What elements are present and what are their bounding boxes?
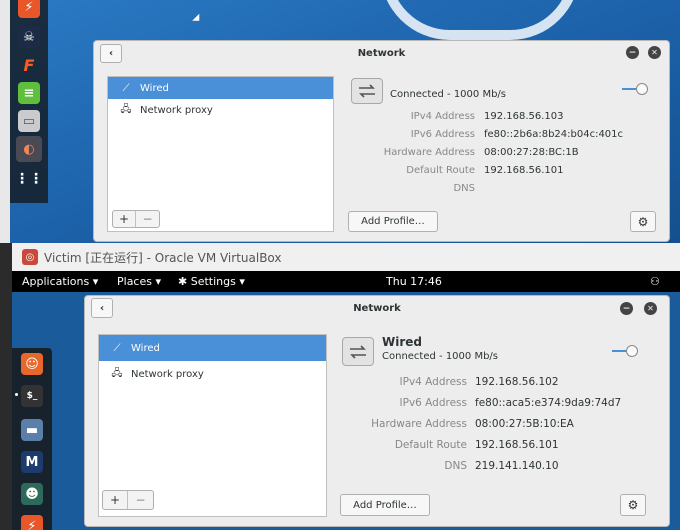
files-icon[interactable]: ▭ — [18, 110, 40, 132]
detail-label: IPv4 Address — [410, 111, 475, 122]
detail-value: fe80::2b6a:8b24:b04c:401c — [484, 129, 624, 140]
window-title: Network — [357, 47, 406, 59]
terminal-icon[interactable]: $_ — [21, 385, 43, 407]
bottom-network-window: ‹ Network − ✕ ⟋ Wired 🖧 Network proxy + … — [84, 295, 670, 527]
left-edge — [0, 0, 10, 243]
connection-status: Connected - 1000 Mb/s — [382, 351, 498, 362]
add-connection-button[interactable]: + — [103, 491, 129, 509]
connection-status: Connected - 1000 Mb/s — [390, 89, 506, 100]
sidebar-item-label: Network proxy — [140, 104, 213, 116]
detail-value: 219.141.140.10 — [475, 460, 559, 472]
add-profile-button[interactable]: Add Profile… — [340, 494, 430, 516]
burp-icon[interactable]: ⚡ — [18, 0, 40, 18]
add-connection-button[interactable]: + — [113, 211, 137, 227]
host-dock: ⚡ ☠ F ≡ ▭ ◐ ⋮⋮ — [10, 0, 48, 203]
add-profile-button[interactable]: Add Profile… — [348, 211, 438, 232]
wired-icon: ⟋ — [122, 82, 130, 94]
detail-label: IPv6 Address — [399, 397, 467, 409]
armitage-icon[interactable]: ☻ — [21, 483, 43, 505]
places-menu[interactable]: Places ▾ — [117, 275, 161, 288]
minimize-button[interactable]: − — [620, 302, 633, 315]
window-title: Network — [353, 302, 401, 314]
add-remove-group: + − — [112, 210, 160, 228]
minimize-button[interactable]: − — [626, 46, 639, 59]
running-indicator — [15, 393, 18, 396]
add-remove-group: + − — [102, 490, 154, 510]
virtualbox-title: Victim [正在运行] - Oracle VM VirtualBox — [44, 250, 282, 265]
sidebar-item-wired[interactable]: ⟋ Wired — [108, 77, 333, 99]
detail-label: DNS — [444, 460, 467, 472]
connection-heading: Wired — [382, 335, 422, 349]
app-grid-icon[interactable]: ⋮⋮ — [15, 168, 43, 190]
close-button[interactable]: ✕ — [644, 302, 657, 315]
detail-label: Hardware Address — [383, 147, 475, 158]
wired-toggle[interactable] — [612, 345, 638, 357]
system-menu-icon[interactable]: ⚇ — [650, 275, 660, 288]
detail-value: fe80::aca5:e374:9da9:74d7 — [475, 397, 622, 409]
sidebar-item-network-proxy[interactable]: 🖧 Network proxy — [108, 99, 333, 121]
close-button[interactable]: ✕ — [648, 46, 661, 59]
gnome-top-panel: Applications ▾ Places ▾ ✱ Settings ▾ Thu… — [12, 271, 680, 292]
vm-dock: ☺ $_ ▬ M ☻ ⚡ — [12, 348, 52, 530]
settings-app-icon[interactable]: ◐ — [16, 136, 42, 162]
detail-label: IPv4 Address — [399, 376, 467, 388]
gear-icon[interactable]: ⚙ — [630, 211, 656, 232]
remove-connection-button[interactable]: − — [136, 211, 159, 227]
detail-label: IPv6 Address — [410, 129, 475, 140]
connection-sidebar: ⟋ Wired 🖧 Network proxy + − — [107, 76, 334, 232]
proxy-icon: 🖧 — [111, 367, 123, 379]
places-label: Places — [117, 275, 152, 288]
tools-icon: ✱ — [178, 275, 188, 288]
sidebar-item-label: Network proxy — [131, 368, 204, 380]
firefox-icon[interactable]: ☺ — [21, 353, 43, 375]
settings-label: Settings — [190, 275, 236, 288]
sidebar-item-label: Wired — [140, 82, 169, 94]
detail-label: Default Route — [394, 439, 467, 451]
notes-icon[interactable]: ≡ — [18, 82, 40, 104]
connection-swap-icon — [342, 337, 374, 366]
applications-label: Applications — [22, 275, 90, 288]
wired-toggle[interactable] — [622, 83, 648, 95]
top-network-window: ‹ Network − ✕ ⟋ Wired 🖧 Network proxy + … — [93, 40, 670, 242]
sidebar-item-label: Wired — [131, 342, 160, 354]
connection-swap-icon — [351, 78, 383, 104]
remove-connection-button[interactable]: − — [128, 491, 153, 509]
sidebar-item-network-proxy[interactable]: 🖧 Network proxy — [99, 361, 326, 387]
gear-icon[interactable]: ⚙ — [620, 494, 646, 516]
files-icon[interactable]: ▬ — [21, 419, 43, 441]
back-button[interactable]: ‹ — [100, 44, 122, 63]
applications-menu[interactable]: Applications ▾ — [22, 275, 98, 288]
detail-label: Default Route — [406, 165, 475, 176]
proxy-icon: 🖧 — [120, 103, 132, 115]
metasploit-icon[interactable]: ☠ — [18, 26, 40, 48]
virtualbox-titlebar: ◎ Victim [正在运行] - Oracle VM VirtualBox — [12, 243, 680, 271]
clock[interactable]: Thu 17:46 — [386, 275, 442, 288]
maltego-icon[interactable]: M — [21, 451, 43, 473]
faraday-icon[interactable]: F — [18, 54, 40, 76]
settings-menu[interactable]: ✱ Settings ▾ — [178, 275, 245, 288]
detail-value: 08:00:27:28:BC:1B — [484, 147, 579, 158]
detail-value: 192.168.56.101 — [475, 439, 559, 451]
detail-value: 192.168.56.101 — [484, 165, 564, 176]
connection-sidebar: ⟋ Wired 🖧 Network proxy + − — [98, 334, 327, 517]
back-button[interactable]: ‹ — [91, 298, 113, 318]
detail-value: 192.168.56.103 — [484, 111, 564, 122]
detail-value: 192.168.56.102 — [475, 376, 559, 388]
debian-icon: ◎ — [22, 249, 38, 265]
detail-label: Hardware Address — [371, 418, 467, 430]
host-left-strip — [0, 243, 12, 530]
burp-icon[interactable]: ⚡ — [21, 515, 43, 530]
detail-value: 08:00:27:5B:10:EA — [475, 418, 574, 430]
detail-label: DNS — [453, 183, 475, 194]
sidebar-item-wired[interactable]: ⟋ Wired — [99, 335, 326, 361]
wired-icon: ⟋ — [113, 342, 121, 354]
